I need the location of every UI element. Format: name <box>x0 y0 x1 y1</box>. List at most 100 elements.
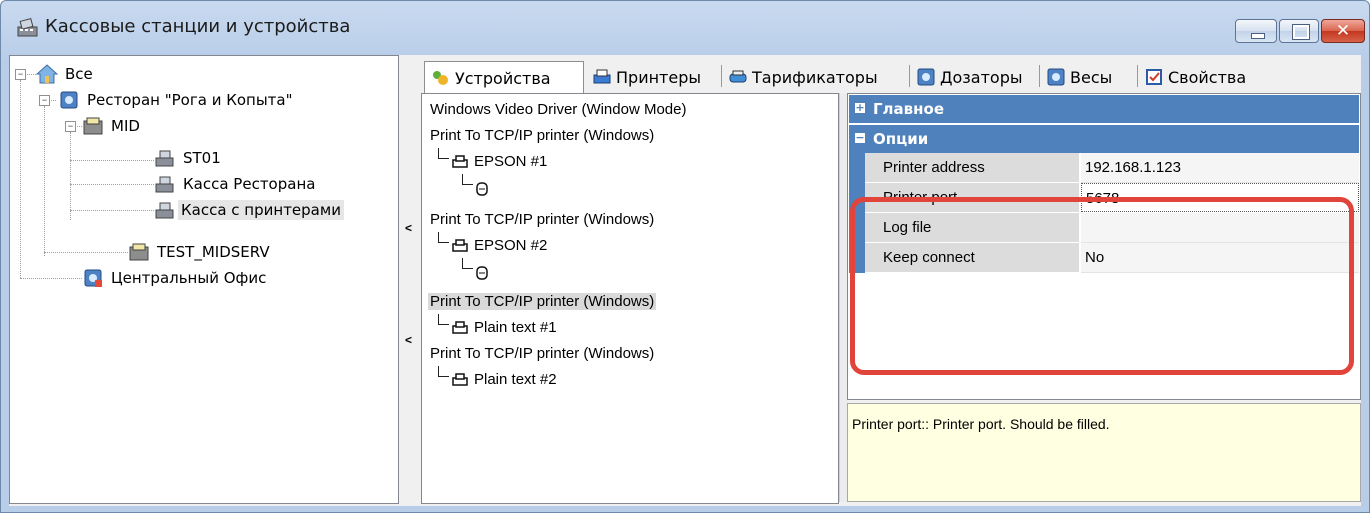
tab-label: Свойства <box>1168 68 1247 87</box>
printer-icon <box>452 239 468 252</box>
tree-item-st01[interactable]: ST01 <box>154 146 354 170</box>
tree-connector <box>20 278 82 279</box>
checklist-icon <box>1146 69 1162 85</box>
tab-label: Устройства <box>455 69 551 88</box>
collapse-icon[interactable]: − <box>855 132 865 143</box>
client-area: − − − Все Ресторан "Рога и Копыта" MID S… <box>9 55 1361 506</box>
printer-icon <box>452 321 468 334</box>
tab-label: Дозаторы <box>940 68 1023 87</box>
tree-item-cashier-restaurant[interactable]: Касса Ресторана <box>154 172 394 196</box>
tree-branch-line <box>438 232 449 243</box>
item-label: Windows Video Driver (Window Mode) <box>430 101 687 118</box>
tab-tariffers[interactable]: Тарификаторы <box>722 61 908 91</box>
list-item-printer[interactable]: EPSON #1 <box>450 150 650 174</box>
tariffer-icon <box>729 70 747 83</box>
tree-item-label: MID <box>111 117 140 135</box>
item-label: EPSON #2 <box>474 237 548 254</box>
home-icon <box>36 64 58 84</box>
collapse-left-arrow[interactable]: < <box>405 333 412 347</box>
tree-branch-line <box>462 258 473 269</box>
tree-connector <box>70 184 154 185</box>
tree-connector <box>70 160 154 161</box>
property-value[interactable]: 192.168.1.123 <box>1081 153 1359 183</box>
tab-label: Тарификаторы <box>752 68 878 87</box>
tree-item-restaurant[interactable]: Ресторан "Рога и Копыта" <box>58 88 388 112</box>
tree-branch-line <box>438 148 449 159</box>
collapse-toggle[interactable]: − <box>15 69 26 80</box>
minimize-icon <box>1251 33 1265 39</box>
tree-connector <box>70 132 71 220</box>
item-label: Plain text #2 <box>474 371 557 388</box>
stations-tree[interactable]: − − − Все Ресторан "Рога и Копыта" MID S… <box>9 55 399 504</box>
main-window: Кассовые станции и устройства ✕ − − − Вс… <box>0 0 1370 513</box>
property-name: Printer address <box>865 153 1079 183</box>
tree-item-label: TEST_MIDSERV <box>157 243 270 261</box>
folder-icon <box>83 117 103 135</box>
tree-item-mid[interactable]: MID <box>82 114 282 138</box>
cash-register-icon <box>17 17 38 37</box>
tab-devices[interactable]: Устройства <box>424 61 584 94</box>
left-splitter[interactable] <box>399 55 413 502</box>
collapse-toggle[interactable]: − <box>39 95 50 106</box>
scales-icon <box>1047 68 1065 86</box>
tab-printers[interactable]: Принтеры <box>586 61 720 91</box>
tab-bar: Устройства Принтеры Тарификаторы Дозатор… <box>422 55 1361 95</box>
collapse-left-arrow[interactable]: < <box>405 221 412 235</box>
tab-properties[interactable]: Свойства <box>1138 61 1278 91</box>
tree-connector <box>70 210 154 211</box>
property-value-text: 192.168.1.123 <box>1085 159 1181 176</box>
drawer-icon <box>476 266 488 280</box>
item-label: Print To TCP/IP printer (Windows) <box>428 293 657 310</box>
item-label: Print To TCP/IP printer (Windows) <box>430 127 655 144</box>
highlight-annotation <box>850 197 1354 375</box>
dispenser-icon <box>917 68 935 86</box>
tab-dispensers[interactable]: Дозаторы <box>910 61 1038 91</box>
tree-item-label: ST01 <box>183 149 221 167</box>
server-icon <box>60 91 78 109</box>
close-button[interactable]: ✕ <box>1321 19 1365 43</box>
maximize-icon <box>1292 24 1310 40</box>
tree-item-label: Центральный Офис <box>111 269 267 287</box>
list-item-printer[interactable]: Plain text #1 <box>450 316 650 340</box>
tree-item-cashier-printers[interactable]: Касса с принтерами <box>154 198 398 222</box>
list-item-printer[interactable]: EPSON #2 <box>450 234 650 258</box>
tree-item-central-office[interactable]: Центральный Офис <box>82 266 342 290</box>
tree-item-test-midserv[interactable]: TEST_MIDSERV <box>128 240 348 264</box>
property-name-text: Printer address <box>883 159 985 176</box>
tree-branch-line <box>462 174 473 185</box>
collapse-toggle[interactable]: − <box>65 121 76 132</box>
list-item-printer[interactable]: Plain text #2 <box>450 368 650 392</box>
cash-register-icon <box>155 202 174 219</box>
cash-register-icon <box>155 150 174 167</box>
help-text: Printer port:: Printer port. Should be f… <box>852 416 1110 432</box>
category-main[interactable]: + Главное <box>849 95 1359 123</box>
expand-icon[interactable]: + <box>855 102 865 113</box>
title-bar[interactable]: Кассовые станции и устройства ✕ <box>1 1 1369 53</box>
maximize-button[interactable] <box>1279 19 1319 43</box>
cash-register-icon <box>155 176 174 193</box>
devices-list[interactable]: Windows Video Driver (Window Mode) Print… <box>421 93 839 504</box>
item-label: Print To TCP/IP printer (Windows) <box>430 345 655 362</box>
property-row-printer-address[interactable]: Printer address 192.168.1.123 <box>849 153 1359 183</box>
window-title: Кассовые станции и устройства <box>45 16 351 37</box>
tree-item-label: Касса с принтерами <box>178 200 344 220</box>
tree-item-label: Все <box>65 65 93 83</box>
row-gutter <box>849 153 865 183</box>
tree-item-label: Касса Ресторана <box>183 175 316 193</box>
item-label: Plain text #1 <box>474 319 557 336</box>
close-icon: ✕ <box>1335 21 1351 41</box>
tree-item-all[interactable]: Все <box>36 62 236 86</box>
tree-connector <box>44 252 128 253</box>
tree-item-label: Ресторан "Рога и Копыта" <box>87 91 293 109</box>
devices-icon <box>433 71 448 85</box>
tree-connector <box>44 106 45 256</box>
minimize-button[interactable] <box>1235 19 1277 43</box>
category-label: Опции <box>873 130 929 148</box>
drawer-icon <box>476 182 488 196</box>
tab-scales[interactable]: Весы <box>1040 61 1136 91</box>
category-options[interactable]: − Опции <box>849 125 1359 153</box>
category-label: Главное <box>873 100 945 118</box>
property-help: Printer port:: Printer port. Should be f… <box>847 403 1361 502</box>
printer-icon <box>452 373 468 386</box>
tab-label: Принтеры <box>616 68 701 87</box>
